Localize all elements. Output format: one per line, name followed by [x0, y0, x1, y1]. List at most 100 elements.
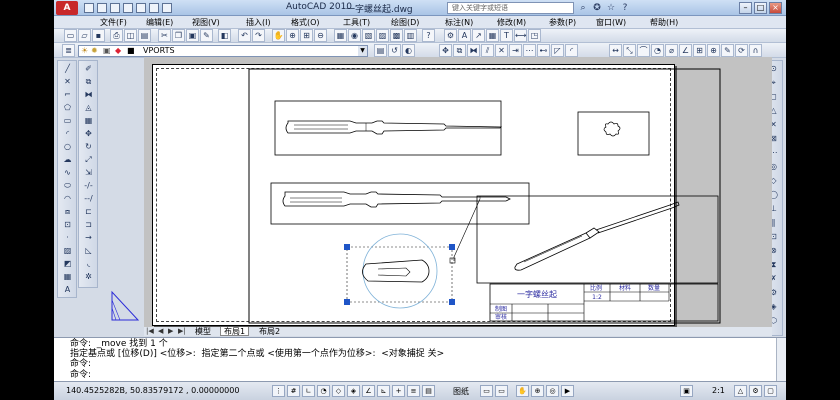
undo-icon[interactable] [149, 3, 159, 13]
showmotion-icon[interactable]: ▶ [561, 385, 574, 397]
fillet-icon[interactable]: ◜ [565, 44, 578, 57]
copy-icon[interactable]: ❐ [172, 29, 185, 42]
publish-icon[interactable]: ▤ [138, 29, 151, 42]
maximize-viewport-icon[interactable]: ▣ [680, 385, 693, 397]
markup-icon[interactable]: ▩ [390, 29, 403, 42]
pan-icon[interactable]: ✋ [272, 29, 285, 42]
dimension-arc-icon[interactable]: ⌒ [637, 44, 650, 57]
dimension-linear-icon[interactable]: ↔ [609, 44, 622, 57]
menu-tools[interactable]: 工具(T) [343, 17, 370, 28]
communication-center-icon[interactable]: ☆ [605, 2, 617, 14]
snap-mode-icon[interactable]: ⋮ [272, 385, 285, 397]
dimension-radius-icon[interactable]: ◔ [651, 44, 664, 57]
explode-icon[interactable]: ✲ [82, 271, 95, 283]
maximize-button[interactable]: □ [754, 2, 767, 14]
undo-icon[interactable]: ↶ [238, 29, 251, 42]
trim-modify-icon[interactable]: -/- [82, 180, 95, 192]
rotate-icon[interactable]: ↻ [82, 141, 95, 153]
menu-view[interactable]: 视图(V) [192, 17, 220, 28]
offset-modify-icon[interactable]: ◬ [82, 102, 95, 114]
print-icon[interactable] [136, 3, 146, 13]
dimension-edit-icon[interactable]: ✎ [721, 44, 734, 57]
layer-dropdown[interactable]: ☀ ✹ ▣ ◆ ■ VPORTS ▼ [78, 45, 368, 57]
polygon-icon[interactable]: ⬠ [61, 102, 74, 114]
zoom-previous-icon[interactable]: ⊖ [314, 29, 327, 42]
new-file-icon[interactable] [84, 3, 94, 13]
chamfer-icon[interactable]: ◸ [551, 44, 564, 57]
match-properties-icon[interactable]: ✎ [200, 29, 213, 42]
move-icon[interactable]: ✥ [439, 44, 452, 57]
workspace-icon[interactable]: ⚙ [444, 29, 457, 42]
scale-icon[interactable]: ⤢ [82, 154, 95, 166]
save-as-icon[interactable] [123, 3, 133, 13]
zoom-window-icon[interactable]: ⊞ [300, 29, 313, 42]
move-modify-icon[interactable]: ✥ [82, 128, 95, 140]
dynamic-input-icon[interactable]: + [392, 385, 405, 397]
ortho-mode-icon[interactable]: ∟ [302, 385, 315, 397]
mirror-icon[interactable]: ⧓ [467, 44, 480, 57]
minimize-button[interactable]: – [739, 2, 752, 14]
plot-preview-icon[interactable]: ◫ [124, 29, 137, 42]
dimension-update-icon[interactable]: ⟳ [735, 44, 748, 57]
layer-previous-icon[interactable]: ↺ [388, 44, 401, 57]
menu-edit[interactable]: 编辑(E) [146, 17, 173, 28]
quick-view-layouts-icon[interactable]: ▭ [480, 385, 493, 397]
grid-display-icon[interactable]: # [287, 385, 300, 397]
properties-icon[interactable]: ▦ [334, 29, 347, 42]
quick-view-drawings-icon[interactable]: ▭ [495, 385, 508, 397]
circle-icon[interactable]: ○ [61, 141, 74, 153]
polyline-icon[interactable]: ⌐ [61, 89, 74, 101]
revision-cloud-icon[interactable]: ☁ [61, 154, 74, 166]
paste-icon[interactable]: ▣ [186, 29, 199, 42]
help-button-icon[interactable]: ? [422, 29, 435, 42]
autocad-logo-icon[interactable]: A [56, 1, 78, 15]
help-icon[interactable]: ? [619, 2, 631, 14]
chamfer-modify-icon[interactable]: ◺ [82, 245, 95, 257]
design-center-icon[interactable]: ◉ [348, 29, 361, 42]
table-draw-icon[interactable]: ▦ [61, 271, 74, 283]
tab-layout2[interactable]: 布局2 [256, 327, 283, 336]
layer-manager-icon[interactable]: ≣ [62, 44, 75, 57]
magnet-icon[interactable]: ∩ [749, 44, 762, 57]
multileader-icon[interactable]: ↗ [472, 29, 485, 42]
break-point-icon[interactable]: ⊏ [82, 206, 95, 218]
mtext-icon[interactable]: T [500, 29, 513, 42]
hatch-icon[interactable]: ▨ [61, 245, 74, 257]
cad-drawing[interactable]: 一字螺丝起 比例 材料 数量 1:2 制图 审核 [144, 57, 772, 335]
menu-file[interactable]: 文件(F) [100, 17, 127, 28]
center-mark-icon[interactable]: ⊕ [707, 44, 720, 57]
make-block-icon[interactable]: ⊡ [61, 219, 74, 231]
pan-status-icon[interactable]: ✋ [516, 385, 529, 397]
mirror-modify-icon[interactable]: ⧓ [82, 89, 95, 101]
tolerance-icon[interactable]: ⊞ [693, 44, 706, 57]
subscription-center-icon[interactable]: ✪ [591, 2, 603, 14]
object-snap-tracking-icon[interactable]: ∠ [362, 385, 375, 397]
chevron-down-icon[interactable]: ▼ [358, 46, 367, 56]
menu-format[interactable]: 格式(O) [291, 17, 320, 28]
command-window[interactable]: 命令: _move 找到 1 个 指定基点或 [位移(D)] <位移>: 指定第… [54, 337, 786, 382]
tab-layout1[interactable]: 布局1 [220, 327, 250, 336]
clean-screen-icon[interactable]: ▢ [764, 385, 777, 397]
extend-modify-icon[interactable]: --/ [82, 193, 95, 205]
dimstyle-icon[interactable]: ⟷ [514, 29, 527, 42]
command-prompt[interactable]: 命令: [70, 370, 91, 380]
zoom-status-icon[interactable]: ⊕ [531, 385, 544, 397]
break-icon[interactable]: ⋯ [523, 44, 536, 57]
menu-help[interactable]: 帮助(H) [650, 17, 678, 28]
rectangle-icon[interactable]: ▭ [61, 115, 74, 127]
arc-icon[interactable]: ◜ [61, 128, 74, 140]
dimension-angular-icon[interactable]: ∠ [679, 44, 692, 57]
array-icon[interactable]: ▦ [82, 115, 95, 127]
redo-icon[interactable]: ↷ [252, 29, 265, 42]
last-tab-icon[interactable]: ▶| [178, 327, 186, 336]
zoom-realtime-icon[interactable]: ⊕ [286, 29, 299, 42]
annotation-visibility-icon[interactable]: △ [734, 385, 747, 397]
qnew-icon[interactable]: ▭ [64, 29, 77, 42]
ellipse-icon[interactable]: ⬭ [61, 180, 74, 192]
viewport-icon[interactable]: ◳ [528, 29, 541, 42]
stretch-icon[interactable]: ⇲ [82, 167, 95, 179]
binoculars-icon[interactable]: ⌕ [577, 2, 589, 14]
menu-modify[interactable]: 修改(M) [497, 17, 526, 28]
first-tab-icon[interactable]: |◀ [146, 327, 154, 336]
steeringwheel-icon[interactable]: ◎ [546, 385, 559, 397]
